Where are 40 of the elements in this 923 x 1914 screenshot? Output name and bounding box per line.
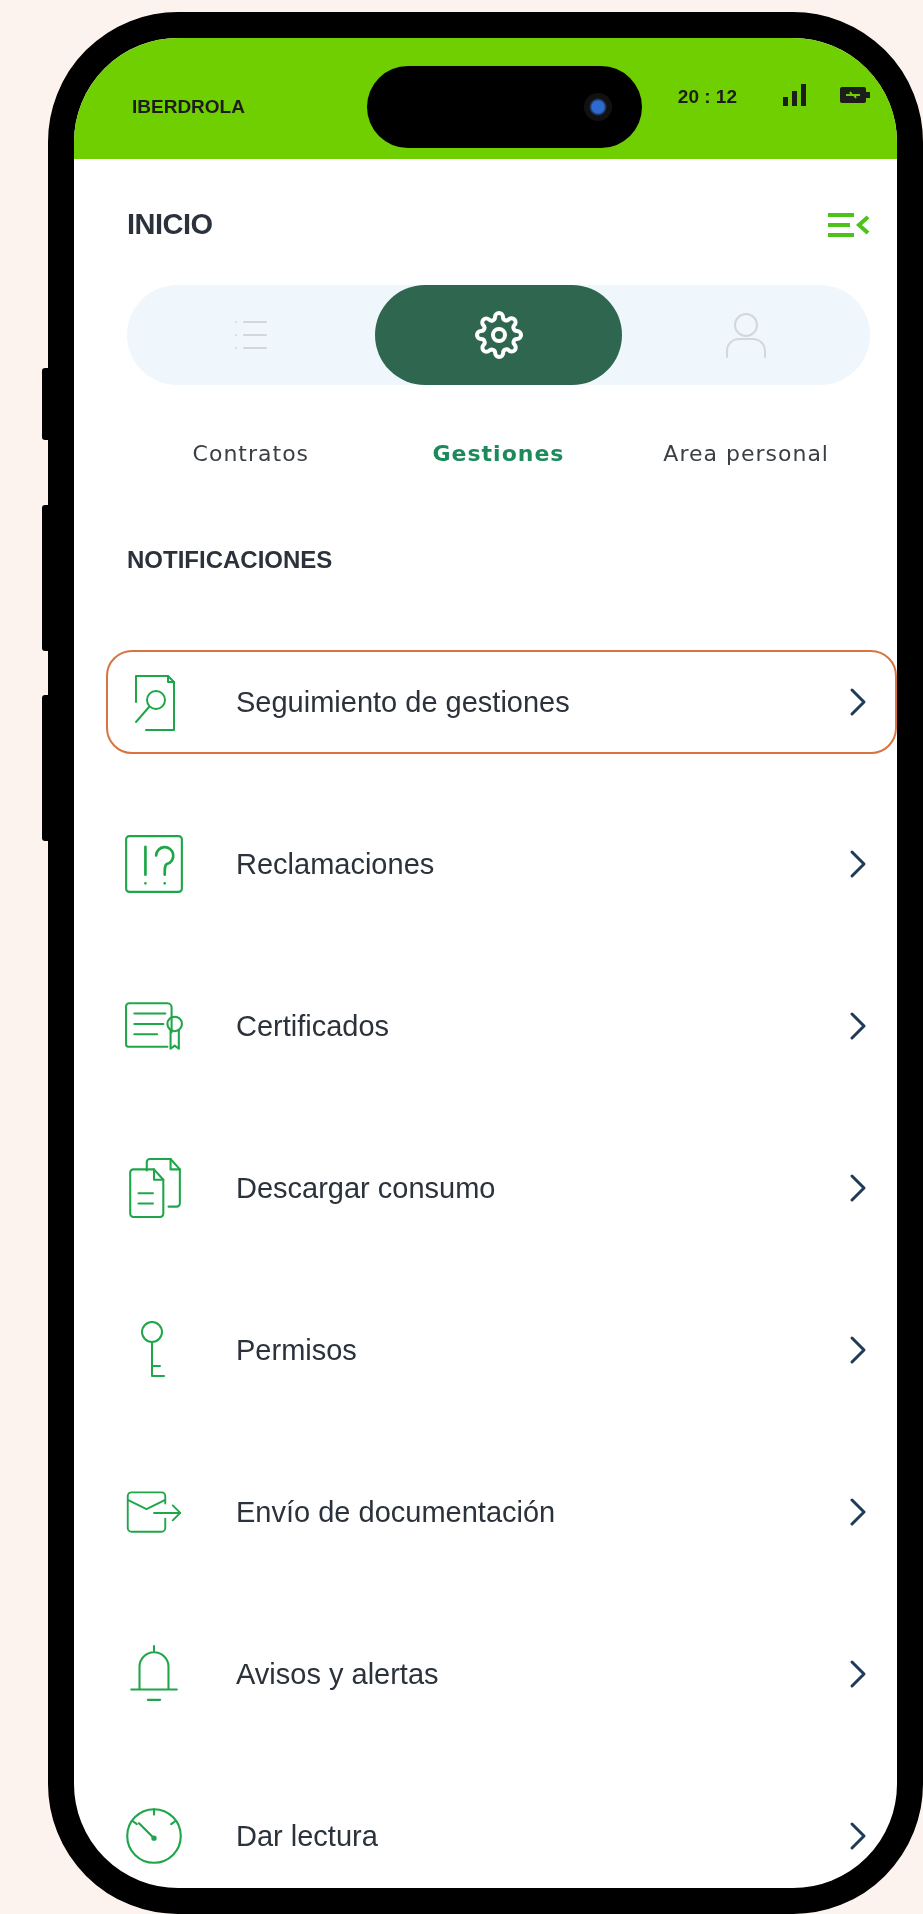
menu-item-label: Permisos <box>236 1333 358 1367</box>
section-title: NOTIFICACIONES <box>127 546 334 574</box>
menu-item-label: Descargar consumo <box>236 1171 497 1205</box>
menu-item[interactable]: Reclamaciones <box>106 812 897 916</box>
menu-item[interactable]: Dar lectura <box>106 1784 897 1888</box>
menu-icon[interactable] <box>826 211 870 238</box>
list-icon <box>233 319 268 351</box>
carrier-name: IBERDROLA <box>132 95 245 118</box>
chevron-icon <box>849 1335 867 1365</box>
chevron-icon <box>849 849 867 879</box>
menu-item-label: Reclamaciones <box>236 847 436 881</box>
page-title: INICIO <box>127 208 213 241</box>
menu-item[interactable]: Avisos y alertas <box>106 1622 897 1726</box>
settings-icon <box>474 311 523 359</box>
menu-item[interactable]: Descargar consumo <box>106 1136 897 1240</box>
tab-label[interactable]: Area personal <box>622 441 870 466</box>
menu-item[interactable]: Seguimiento de gestiones <box>106 650 897 754</box>
menu-item-label: Avisos y alertas <box>236 1657 440 1691</box>
camera-icon <box>584 93 612 121</box>
chevron-icon <box>849 1011 867 1041</box>
tab-label[interactable]: Contratos <box>127 441 375 466</box>
chevron-icon <box>849 1497 867 1527</box>
battery-icon <box>840 86 870 103</box>
menu-item[interactable]: Permisos <box>106 1298 897 1402</box>
chevron-icon <box>849 1173 867 1203</box>
menu-item-label: Dar lectura <box>236 1819 379 1853</box>
person-icon <box>724 311 769 359</box>
signal-icon <box>783 83 807 106</box>
menu-item-label: Certificados <box>236 1009 391 1043</box>
chevron-icon <box>849 687 867 717</box>
status-time: 20 : 12 <box>677 85 737 108</box>
menu-item[interactable]: Envío de documentación <box>106 1460 897 1564</box>
question-mark-icon <box>124 834 184 894</box>
tab-label[interactable]: Gestiones <box>374 441 623 466</box>
menu-item[interactable]: Certificados <box>106 974 897 1078</box>
menu-item-label: Envío de documentación <box>236 1495 557 1529</box>
gauge-icon <box>124 1806 184 1866</box>
chevron-icon <box>849 1659 867 1689</box>
menu-item-label: Seguimiento de gestiones <box>236 685 571 719</box>
chevron-icon <box>849 1821 867 1851</box>
